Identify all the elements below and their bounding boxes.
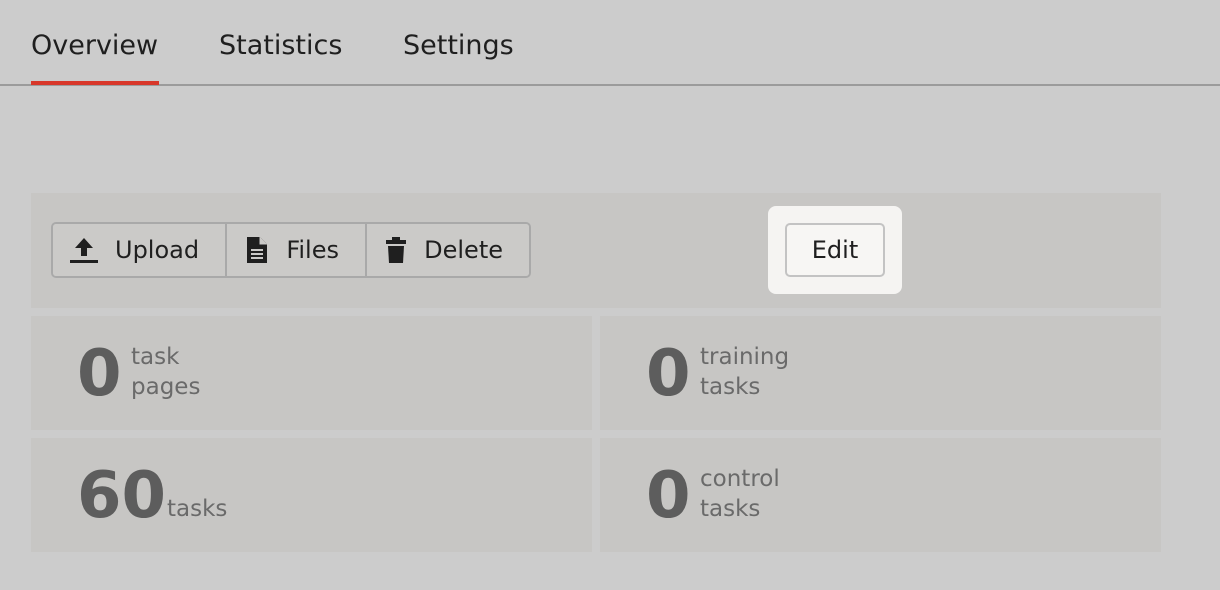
toolbar-panel: Upload Files Delete Edit [31, 193, 1161, 308]
delete-button[interactable]: Delete [365, 224, 529, 276]
delete-button-label: Delete [424, 236, 503, 264]
stat-tile-task-pages: 0 task pages [31, 316, 592, 430]
task-pages-count: 0 [77, 337, 122, 411]
control-tasks-label: control tasks [700, 464, 780, 524]
tasks-label: tasks [167, 496, 228, 522]
task-pages-label-line2: pages [131, 374, 201, 400]
tab-overview[interactable]: Overview [31, 26, 158, 66]
stat-tile-tasks: 60 tasks [31, 438, 592, 552]
tasks-count: 60 [77, 459, 167, 533]
stat-tile-training-tasks: 0 training tasks [600, 316, 1161, 430]
task-pages-label: task pages [131, 342, 200, 402]
stat-tile-control-tasks: 0 control tasks [600, 438, 1161, 552]
control-tasks-label-line2: tasks [700, 496, 761, 522]
file-actions-button-group: Upload Files Delete [51, 222, 531, 278]
training-tasks-label: training tasks [700, 342, 789, 402]
task-pages-label-line1: task [131, 344, 180, 370]
training-tasks-label-line1: training [700, 344, 790, 370]
tab-statistics[interactable]: Statistics [219, 26, 342, 66]
control-tasks-count: 0 [646, 459, 691, 533]
control-tasks-label-line1: control [700, 466, 780, 492]
upload-icon [69, 235, 99, 265]
edit-button[interactable]: Edit [785, 223, 885, 277]
upload-button[interactable]: Upload [53, 224, 225, 276]
edit-button-highlight: Edit [768, 206, 902, 294]
trash-icon [383, 235, 408, 265]
files-button-label: Files [286, 236, 339, 264]
active-tab-indicator [31, 81, 159, 85]
tab-bar: Overview Statistics Settings [0, 0, 1220, 86]
training-tasks-count: 0 [646, 337, 691, 411]
tab-settings[interactable]: Settings [403, 26, 514, 66]
file-icon [243, 235, 270, 265]
files-button[interactable]: Files [225, 224, 365, 276]
upload-button-label: Upload [115, 236, 200, 264]
training-tasks-label-line2: tasks [700, 374, 761, 400]
